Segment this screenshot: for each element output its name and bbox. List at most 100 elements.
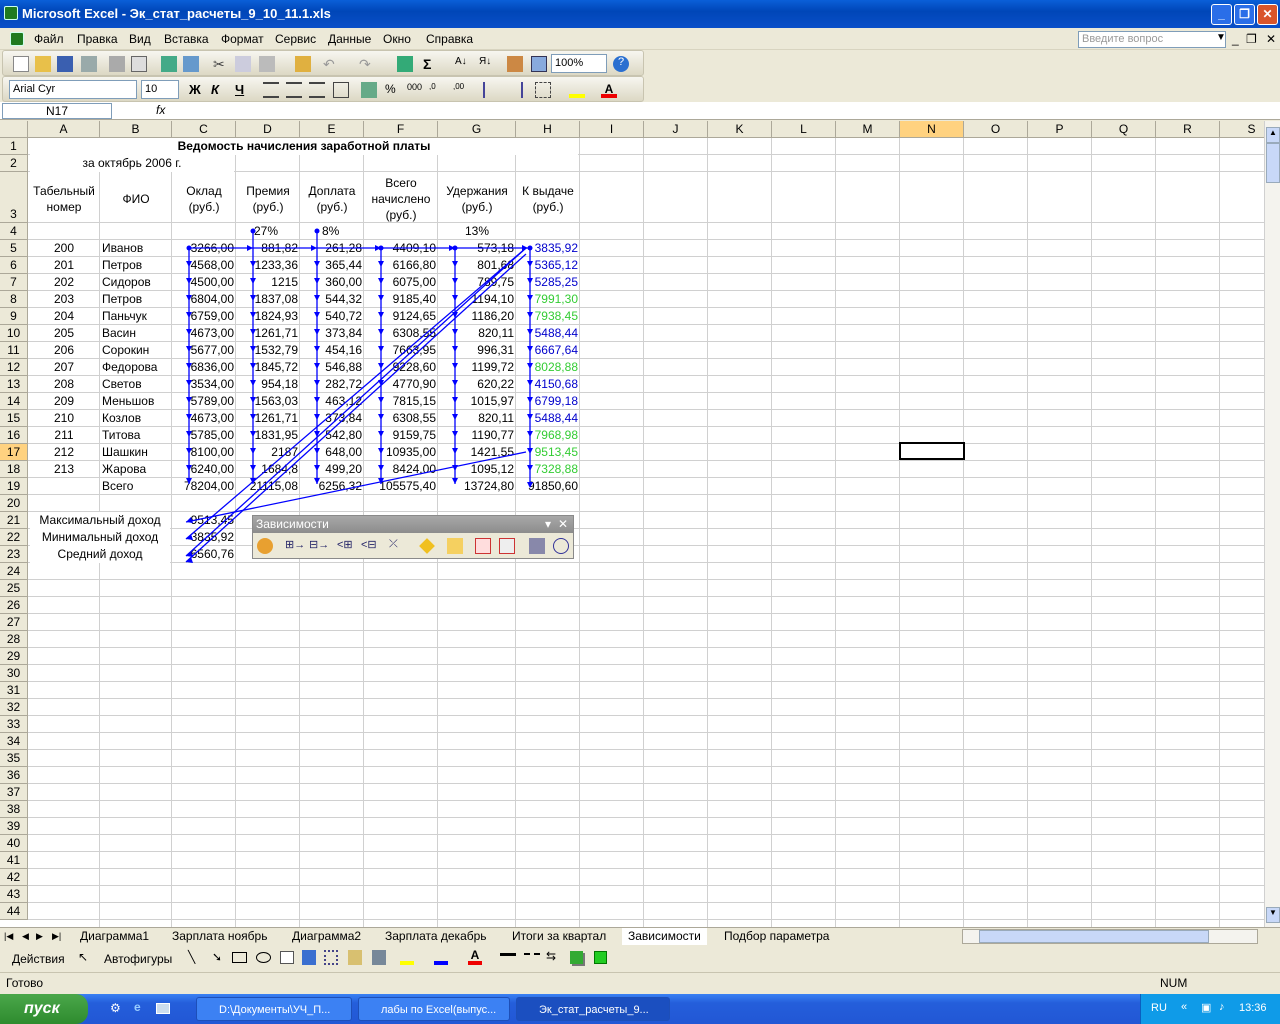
menu-window[interactable]: Окно xyxy=(383,32,411,46)
row-header-43[interactable]: 43 xyxy=(0,886,28,903)
cell-H7[interactable]: 5285,25 xyxy=(518,274,578,291)
cell-H14[interactable]: 6799,18 xyxy=(518,393,578,410)
column-header-Q[interactable]: Q xyxy=(1092,121,1156,138)
total-G[interactable]: 13724,80 xyxy=(440,478,514,495)
cell-A12[interactable]: 207 xyxy=(30,359,98,376)
clipart-icon[interactable] xyxy=(348,950,362,965)
cell-E18[interactable]: 499,20 xyxy=(302,461,362,478)
save-icon[interactable] xyxy=(57,56,73,72)
autoshapes-menu[interactable]: Автофигуры xyxy=(104,952,172,966)
active-cell-n17[interactable] xyxy=(899,442,965,460)
cell-E6[interactable]: 365,44 xyxy=(302,257,362,274)
sheet-title[interactable]: Ведомость начисления заработной платы xyxy=(30,138,578,155)
cell-C15[interactable]: 4673,00 xyxy=(174,410,234,427)
cell-A8[interactable]: 203 xyxy=(30,291,98,308)
column-header-J[interactable]: J xyxy=(644,121,708,138)
cell-C8[interactable]: 6804,00 xyxy=(174,291,234,308)
column-header-H[interactable]: H xyxy=(516,121,580,138)
network-icon[interactable]: ▣ xyxy=(1201,1001,1211,1014)
row-header-39[interactable]: 39 xyxy=(0,818,28,835)
cell-B13[interactable]: Светов xyxy=(102,376,170,393)
stat-value-2[interactable]: 6560,76 xyxy=(174,546,234,563)
evaluate-formula-icon[interactable] xyxy=(553,538,569,554)
font-select[interactable]: Arial Cyr xyxy=(9,80,137,99)
cell-G16[interactable]: 1190,77 xyxy=(440,427,515,444)
cell-E7[interactable]: 360,00 xyxy=(302,274,362,291)
cell-E12[interactable]: 546,88 xyxy=(302,359,362,376)
draw-fill-color-icon[interactable] xyxy=(400,950,414,965)
cell-H12[interactable]: 8028,88 xyxy=(518,359,578,376)
column-header-R[interactable]: R xyxy=(1156,121,1220,138)
cell-F11[interactable]: 7663,95 xyxy=(366,342,436,359)
cell-H15[interactable]: 5488,44 xyxy=(518,410,578,427)
cell-C5[interactable]: 3266,00 xyxy=(174,240,234,257)
row-header-7[interactable]: 7 xyxy=(0,274,28,291)
total-E[interactable]: 6256,32 xyxy=(302,478,362,495)
header-0[interactable]: Табельный номер xyxy=(29,174,99,223)
header-2[interactable]: Оклад (руб.) xyxy=(173,174,235,223)
row-header-21[interactable]: 21 xyxy=(0,512,28,529)
cell-D13[interactable]: 954,18 xyxy=(238,376,298,393)
task-documents-folder[interactable]: D:\Документы\УЧ_П... xyxy=(196,997,352,1021)
cell-E17[interactable]: 648,00 xyxy=(302,444,362,461)
line-color-icon[interactable] xyxy=(434,950,448,965)
row-header-1[interactable]: 1 xyxy=(0,138,28,155)
cell-H11[interactable]: 6667,64 xyxy=(518,342,578,359)
increase-indent-icon[interactable] xyxy=(507,82,523,98)
menu-edit[interactable]: Правка xyxy=(77,32,118,46)
stat-label-1[interactable]: Минимальный доход xyxy=(30,529,170,546)
sort-asc-icon[interactable]: A↓ xyxy=(455,56,471,72)
cell-H5[interactable]: 3835,92 xyxy=(518,240,578,257)
cell-A11[interactable]: 206 xyxy=(30,342,98,359)
dash-style-icon[interactable] xyxy=(524,953,540,958)
redo-icon[interactable]: ↷ xyxy=(359,56,375,72)
research-icon[interactable] xyxy=(183,56,199,72)
column-header-M[interactable]: M xyxy=(836,121,900,138)
cell-C16[interactable]: 5785,00 xyxy=(174,427,234,444)
print-preview-icon[interactable] xyxy=(131,56,147,72)
row-header-11[interactable]: 11 xyxy=(0,342,28,359)
sheet-subtitle[interactable]: за октябрь 2006 г. xyxy=(30,155,234,172)
cell-F8[interactable]: 9185,40 xyxy=(366,291,436,308)
cell-B12[interactable]: Федорова xyxy=(102,359,170,376)
line-style-icon[interactable] xyxy=(500,953,516,958)
row-header-28[interactable]: 28 xyxy=(0,631,28,648)
cut-icon[interactable]: ✂ xyxy=(213,56,229,72)
column-header-N[interactable]: N xyxy=(900,121,964,138)
row-header-23[interactable]: 23 xyxy=(0,546,28,563)
row-header-41[interactable]: 41 xyxy=(0,852,28,869)
tab-diagram1[interactable]: Диаграмма1 xyxy=(80,928,149,945)
menu-insert[interactable]: Вставка xyxy=(164,32,209,46)
rectangle-icon[interactable] xyxy=(232,952,247,963)
remove-dependent-arrows-icon[interactable]: <⊟ xyxy=(361,538,377,554)
align-right-icon[interactable] xyxy=(309,82,325,98)
header-1[interactable]: ФИО xyxy=(101,174,171,223)
cell-B8[interactable]: Петров xyxy=(102,291,170,308)
help-dropdown-icon[interactable]: ▼ xyxy=(1216,32,1226,43)
diagram-icon[interactable] xyxy=(324,950,338,965)
column-header-G[interactable]: G xyxy=(438,121,516,138)
start-button[interactable]: пуск xyxy=(0,994,88,1024)
trace-error-icon[interactable] xyxy=(419,538,435,554)
cell-F16[interactable]: 9159,75 xyxy=(366,427,436,444)
cell-G18[interactable]: 1095,12 xyxy=(440,461,514,478)
cell-C7[interactable]: 4500,00 xyxy=(174,274,234,291)
cell-H8[interactable]: 7991,30 xyxy=(518,291,578,308)
menu-view[interactable]: Вид xyxy=(129,32,151,46)
row-header-40[interactable]: 40 xyxy=(0,835,28,852)
spelling-icon[interactable] xyxy=(161,56,177,72)
task-word-doc[interactable]: лабы по Excel(выпус... xyxy=(358,997,510,1021)
cell-G9[interactable]: 1186,20 xyxy=(440,308,515,325)
row-header-27[interactable]: 27 xyxy=(0,614,28,631)
bold-button[interactable]: Ж xyxy=(189,82,205,98)
tray-arrow-icon[interactable]: « xyxy=(1181,1001,1187,1013)
tab-salary-november[interactable]: Зарплата ноябрь xyxy=(172,928,267,945)
cell-D8[interactable]: 1837,08 xyxy=(238,291,298,308)
cell-C14[interactable]: 5789,00 xyxy=(174,393,234,410)
hyperlink-icon[interactable] xyxy=(397,56,413,72)
cell-D15[interactable]: 1261,71 xyxy=(238,410,298,427)
draw-font-color-icon[interactable]: A xyxy=(468,948,482,965)
permission-icon[interactable] xyxy=(81,56,97,72)
cell-B15[interactable]: Козлов xyxy=(102,410,170,427)
cell-H18[interactable]: 7328,88 xyxy=(518,461,578,478)
